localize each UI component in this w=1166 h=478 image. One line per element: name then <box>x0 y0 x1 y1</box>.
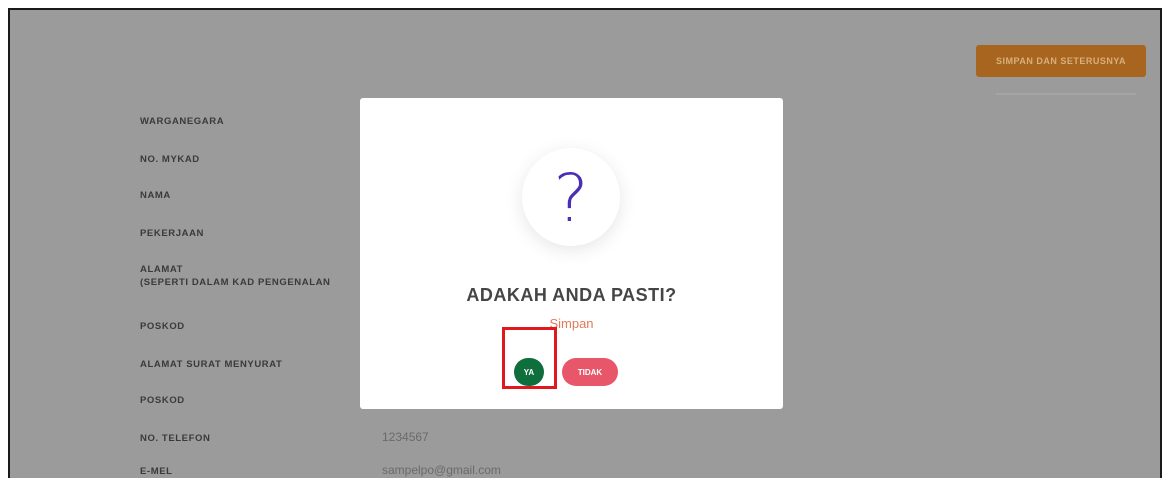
label-no-telefon: NO. TELEFON <box>140 433 211 444</box>
label-alamat: ALAMAT <box>140 264 183 275</box>
label-warganegara: WARGANEGARA <box>140 116 225 127</box>
save-and-continue-button[interactable]: SIMPAN DAN SETERUSNYA <box>976 45 1146 77</box>
dialog-title: ADAKAH ANDA PASTI? <box>466 285 677 305</box>
label-poskod: POSKOD <box>140 321 185 332</box>
label-alamat-group: ALAMAT (SEPERTI DALAM KAD PENGENALAN <box>140 264 331 288</box>
label-no-mykad: NO. MYKAD <box>140 154 200 165</box>
label-poskod-surat: POSKOD <box>140 395 185 406</box>
label-alamat-sub: (SEPERTI DALAM KAD PENGENALAN <box>140 277 331 288</box>
dialog-subtitle: Simpan <box>549 316 594 331</box>
value-no-telefon: 1234567 <box>382 430 429 444</box>
label-nama: NAMA <box>140 190 171 201</box>
confirmation-dialog: ? ADAKAH ANDA PASTI? Simpan YA TIDAK <box>360 98 783 409</box>
value-emel: sampelpo@gmail.com <box>382 463 501 477</box>
label-alamat-surat-menyurat: ALAMAT SURAT MENYURAT <box>140 359 283 370</box>
question-icon-circle: ? <box>522 148 620 246</box>
label-emel: E-MEL <box>140 466 173 477</box>
page-frame: SIMPAN DAN SETERUSNYA WARGANEGARA NO. MY… <box>8 8 1162 478</box>
cancel-no-button[interactable]: TIDAK <box>562 358 618 386</box>
question-mark-icon: ? <box>553 160 589 237</box>
highlight-annotation <box>502 327 557 389</box>
divider <box>996 93 1136 95</box>
label-pekerjaan: PEKERJAAN <box>140 228 204 239</box>
